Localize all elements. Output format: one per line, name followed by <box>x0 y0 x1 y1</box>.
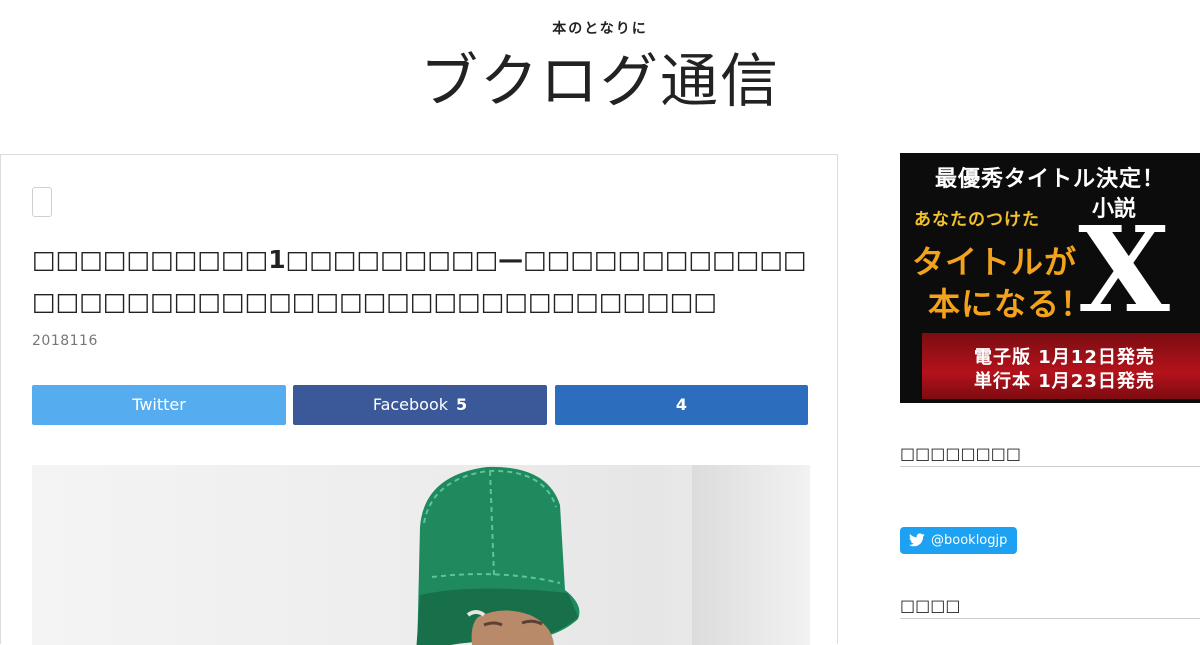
hero-photo-illustration <box>416 466 580 645</box>
sidebar-widget-title: □□□□□□□□ <box>900 444 1200 467</box>
share-twitter-button[interactable]: Twitter <box>32 385 286 425</box>
share-facebook-label: Facebook <box>372 395 449 414</box>
twitter-follow-button[interactable]: @booklogjp <box>900 527 1017 554</box>
twitter-follow-label: @booklogjp <box>931 533 1008 548</box>
share-facebook-button[interactable]: Facebook 5 <box>293 385 547 425</box>
banner-release-print: 単行本 1月23日発売 <box>974 371 1155 392</box>
site-header: 本のとなりに ブクログ通信 <box>0 0 1200 150</box>
article-title: □□□□□□□□□□1□□□□□□□□□—□□□□□□□□□□□□□□□□□□□… <box>32 245 807 316</box>
banner-release-ebook: 電子版 1月12日発売 <box>974 347 1155 368</box>
sidebar-widget-title-2: □□□□ <box>900 596 1200 619</box>
article-card: □□□□□□□□□□1□□□□□□□□□—□□□□□□□□□□□□□□□□□□□… <box>0 154 838 645</box>
twitter-bird-icon <box>909 533 925 547</box>
site-logo[interactable]: ブクログ通信 <box>400 46 800 116</box>
category-tag[interactable] <box>32 187 52 217</box>
share-hatena-button[interactable]: 4 <box>555 385 808 425</box>
banner-release-box: 電子版 1月12日発売 単行本 1月23日発売 <box>922 333 1200 399</box>
site-logo-text: ブクログ通信 <box>419 47 780 115</box>
share-buttons: Twitter Facebook 5 4 <box>32 385 809 425</box>
article-date: 2018116 <box>32 333 98 349</box>
share-facebook-count: 5 <box>456 395 468 414</box>
share-hatena-count: 4 <box>675 395 688 414</box>
novel-x-banner-ad[interactable]: 最優秀タイトル決定！ あなたのつけた タイトルが 本になる！ 小説 X 電子版 … <box>900 153 1200 403</box>
banner-big-line-1: タイトルが <box>912 243 1078 281</box>
banner-small-text: あなたのつけた <box>914 210 1040 230</box>
site-tagline: 本のとなりに <box>552 21 648 37</box>
article-hero-image <box>32 465 810 645</box>
banner-headline: 最優秀タイトル決定！ <box>934 166 1165 192</box>
share-twitter-label: Twitter <box>132 395 186 414</box>
banner-novel-title: X <box>1078 200 1170 339</box>
